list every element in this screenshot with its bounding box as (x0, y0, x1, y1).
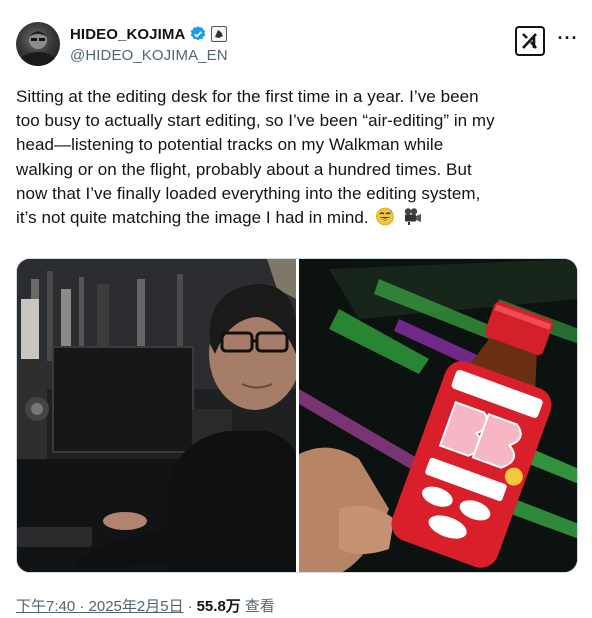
more-options-button[interactable]: ··· (556, 28, 580, 52)
tweet-line: too busy to actually start editing, so I… (16, 111, 495, 131)
photo-editing-desk[interactable] (17, 259, 301, 572)
tweet-line: now that I’ve finally loaded everything … (16, 183, 481, 203)
sweat-smile-emoji (376, 207, 395, 226)
tweet-line: Sitting at the editing desk for the firs… (16, 87, 479, 106)
media-grid (16, 258, 578, 573)
avatar[interactable] (16, 22, 60, 66)
views-label: 查看 (244, 598, 275, 615)
tweet-line: it’s not quite matching the image I had … (16, 208, 369, 228)
views-count[interactable]: 55.8万 (197, 595, 241, 616)
timestamp-link[interactable]: 下午7:40 · 2025年2月5日 (16, 595, 184, 616)
affiliate-badge-icon[interactable] (211, 26, 228, 42)
tweet-text: Sitting at the editing desk for the firs… (16, 85, 578, 230)
meta-separator: · (187, 598, 193, 615)
bottle-scene (299, 259, 577, 572)
avatar-photo (20, 31, 56, 66)
tweet-line: head—listening to potential tracks on my… (16, 135, 444, 155)
grok-icon (522, 33, 537, 49)
grok-button[interactable] (515, 26, 545, 56)
movie-camera-emoji (405, 208, 422, 226)
tweet-line-last: it’s not quite matching the image I had … (16, 206, 578, 230)
photo-energy-drink-bottle[interactable] (299, 259, 577, 572)
tweet-meta: 下午7:40 · 2025年2月5日 · 55.8万 查看 (16, 595, 275, 616)
tweet-header: HIDEO_KOJIMA @HIDEO_KOJIMA_EN ··· (16, 22, 578, 68)
editing-desk-scene (17, 259, 301, 572)
author-block: HIDEO_KOJIMA @HIDEO_KOJIMA_EN (70, 24, 228, 65)
verified-badge-icon[interactable] (189, 25, 207, 43)
author-handle[interactable]: @HIDEO_KOJIMA_EN (70, 47, 228, 64)
tweet-line: walking or on the flight, probably about… (16, 159, 472, 179)
display-name[interactable]: HIDEO_KOJIMA (70, 26, 185, 43)
